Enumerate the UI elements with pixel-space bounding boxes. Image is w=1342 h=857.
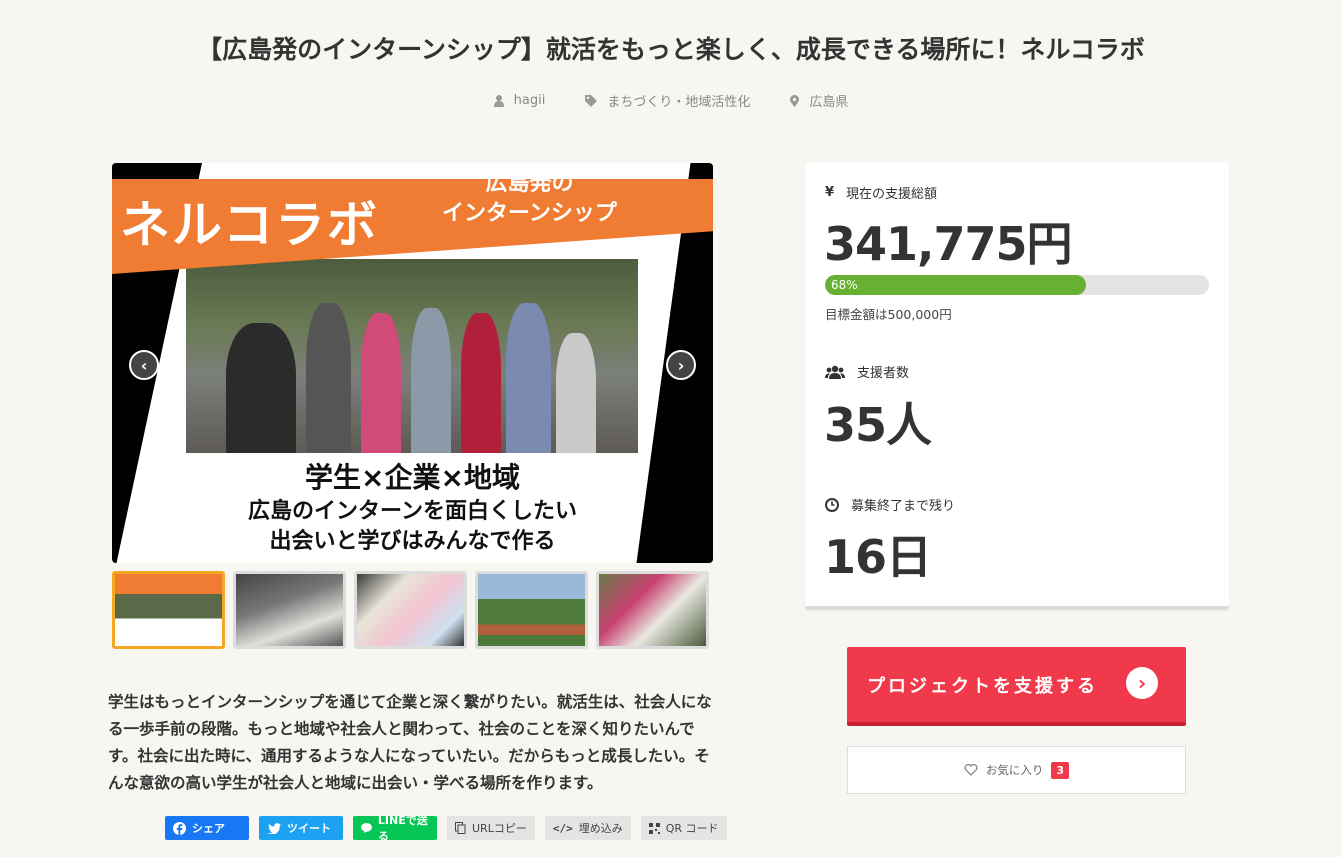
location-name: 広島県	[809, 95, 849, 110]
thumbnail-strip	[112, 571, 709, 649]
project-description: 学生はもっとインターンシップを通じて企業と深く繋がりたい。就活生は、社会人になる…	[108, 693, 712, 792]
slide-caption-line3: 出会いと学びはみんなで作る	[269, 529, 556, 554]
funding-progress-fill: 68%	[825, 275, 1087, 295]
users-icon	[825, 365, 845, 379]
slide-caption: 学生×企業×地域 広島のインターンを面白くしたい 出会いと学びはみんなで作る	[112, 459, 713, 557]
goal-amount: 目標金額は500,000円	[825, 307, 952, 322]
slide-subtitle-line2: インターンシップ	[442, 201, 617, 226]
slide-caption-line2: 広島のインターンを面白くしたい	[248, 499, 577, 524]
embed-label: 埋め込み	[578, 822, 623, 835]
chevron-left-icon: ‹	[140, 355, 148, 375]
slide-caption-line1: 学生×企業×地域	[305, 461, 520, 494]
total-label: 現在の支援総額	[846, 187, 938, 202]
support-project-label: プロジェクトを支援する	[867, 675, 1098, 697]
author-name: hagii	[513, 93, 546, 108]
facebook-share-label: シェア	[192, 822, 225, 835]
slide-group-photo	[186, 259, 638, 453]
embed-button[interactable]: </> 埋め込み	[544, 816, 631, 840]
url-copy-button[interactable]: URLコピー	[447, 816, 535, 840]
slide-subtitle: 広島発の インターンシップ	[442, 169, 617, 229]
image-carousel[interactable]: ネルコラボ 広島発の インターンシップ 学生×企業×地域 広島のインターンを面白…	[112, 163, 713, 563]
total-label-row: ¥ 現在の支援総額	[825, 183, 937, 202]
chevron-right-circle-icon: ›	[1126, 667, 1158, 699]
code-icon: </>	[552, 821, 573, 835]
map-marker-icon	[790, 94, 800, 107]
chevron-right-icon: ›	[677, 355, 685, 375]
support-project-button[interactable]: プロジェクトを支援する ›	[847, 647, 1186, 726]
favorite-label: お気に入り	[985, 763, 1044, 777]
slide-brand: ネルコラボ	[120, 196, 379, 254]
category[interactable]: まちづくり・地域活性化	[585, 91, 750, 110]
project-meta: hagii まちづくり・地域活性化 広島県	[0, 91, 1342, 110]
location[interactable]: 広島県	[790, 91, 848, 110]
thumbnail-2[interactable]	[233, 571, 346, 649]
project-title: 【広島発のインターンシップ】就活をもっと楽しく、成長できる場所に！ネルコラボ	[197, 35, 1145, 64]
slide-subtitle-line1: 広島発の	[485, 171, 574, 196]
favorite-count-badge: 3	[1051, 761, 1070, 779]
share-bar: シェア ツイート LINEで送る URLコピー </> 埋め込み QR コード	[165, 814, 727, 843]
facebook-icon	[173, 821, 186, 835]
yen-icon: ¥	[825, 185, 835, 200]
carousel-prev-button[interactable]: ‹	[129, 350, 159, 380]
remaining-days: 16日	[824, 530, 932, 584]
twitter-share-button[interactable]: ツイート	[259, 816, 343, 840]
thumbnail-5[interactable]	[596, 571, 709, 649]
thumbnail-3[interactable]	[354, 571, 467, 649]
funding-stats-card: ¥ 現在の支援総額 341,775円 68% 目標金額は500,000円 支援者…	[805, 162, 1229, 610]
tag-icon	[585, 94, 598, 107]
twitter-icon	[267, 822, 281, 834]
supporters-label-row: 支援者数	[825, 362, 909, 381]
qr-code-icon	[648, 822, 660, 834]
copy-icon	[455, 822, 466, 834]
url-copy-label: URLコピー	[472, 822, 527, 835]
author[interactable]: hagii	[493, 91, 546, 110]
carousel-next-button[interactable]: ›	[666, 350, 696, 380]
line-icon	[361, 822, 372, 834]
line-share-label: LINEで送る	[377, 814, 428, 843]
remaining-label-row: 募集終了まで残り	[825, 495, 955, 514]
category-name: まちづくり・地域活性化	[607, 95, 751, 110]
funding-progress-bar: 68%	[825, 275, 1209, 295]
favorite-button[interactable]: お気に入り 3	[847, 746, 1186, 794]
supporters-label: 支援者数	[857, 366, 910, 381]
total-amount: 341,775円	[824, 217, 1073, 271]
heart-icon	[964, 764, 978, 776]
qr-code-button[interactable]: QR コード	[640, 816, 727, 840]
qr-code-label: QR コード	[665, 822, 719, 835]
twitter-share-label: ツイート	[287, 822, 331, 835]
thumbnail-1[interactable]	[112, 571, 225, 649]
clock-icon	[825, 497, 839, 512]
user-icon	[493, 94, 504, 107]
remaining-label: 募集終了まで残り	[851, 499, 956, 514]
supporters-count: 35人	[824, 398, 932, 452]
thumbnail-4[interactable]	[475, 571, 588, 649]
facebook-share-button[interactable]: シェア	[165, 816, 249, 840]
line-share-button[interactable]: LINEで送る	[353, 814, 437, 843]
